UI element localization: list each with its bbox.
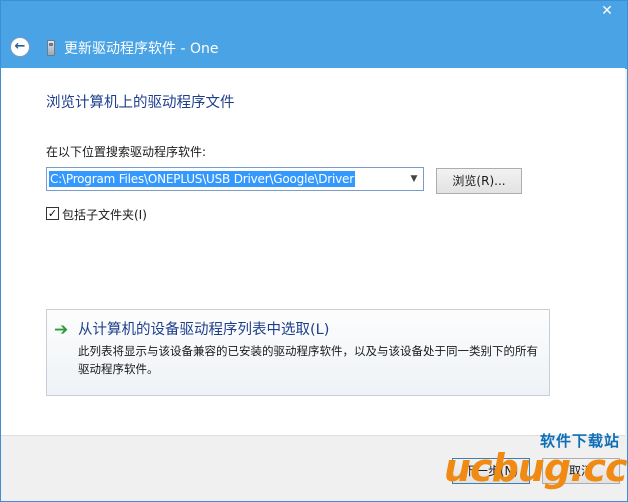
pick-from-list-description: 此列表将显示与该设备兼容的已安装的驱动程序软件，以及与该设备处于同一类别下的所有…: [78, 344, 538, 376]
back-arrow-icon[interactable]: ←: [10, 37, 30, 57]
pick-from-list-title[interactable]: 从计算机的设备驱动程序列表中选取(L): [78, 318, 329, 339]
page-heading: 浏览计算机上的驱动程序文件: [46, 95, 235, 111]
footer-bar: [1, 435, 625, 501]
search-path-combobox[interactable]: C:\Program Files\ONEPLUS\USB Driver\Goog…: [46, 167, 424, 191]
green-arrow-icon: ➔: [54, 320, 69, 340]
window-title: 更新驱动程序软件 - One: [64, 41, 219, 57]
chevron-down-icon[interactable]: ▼: [408, 173, 420, 185]
title-bar[interactable]: ✕: [1, 1, 627, 33]
include-subfolders-checkbox[interactable]: ✓: [46, 207, 59, 220]
search-path-value[interactable]: C:\Program Files\ONEPLUS\USB Driver\Goog…: [49, 171, 355, 187]
close-button[interactable]: ✕: [593, 1, 621, 23]
search-path-label: 在以下位置搜索驱动程序软件:: [46, 145, 207, 159]
include-subfolders-label[interactable]: 包括子文件夹(I): [62, 206, 147, 223]
next-button[interactable]: 下一步(N): [452, 458, 530, 484]
cancel-button[interactable]: 取消: [542, 458, 620, 484]
usb-device-icon: [47, 40, 55, 56]
browse-button[interactable]: 浏览(R)...: [436, 168, 522, 194]
